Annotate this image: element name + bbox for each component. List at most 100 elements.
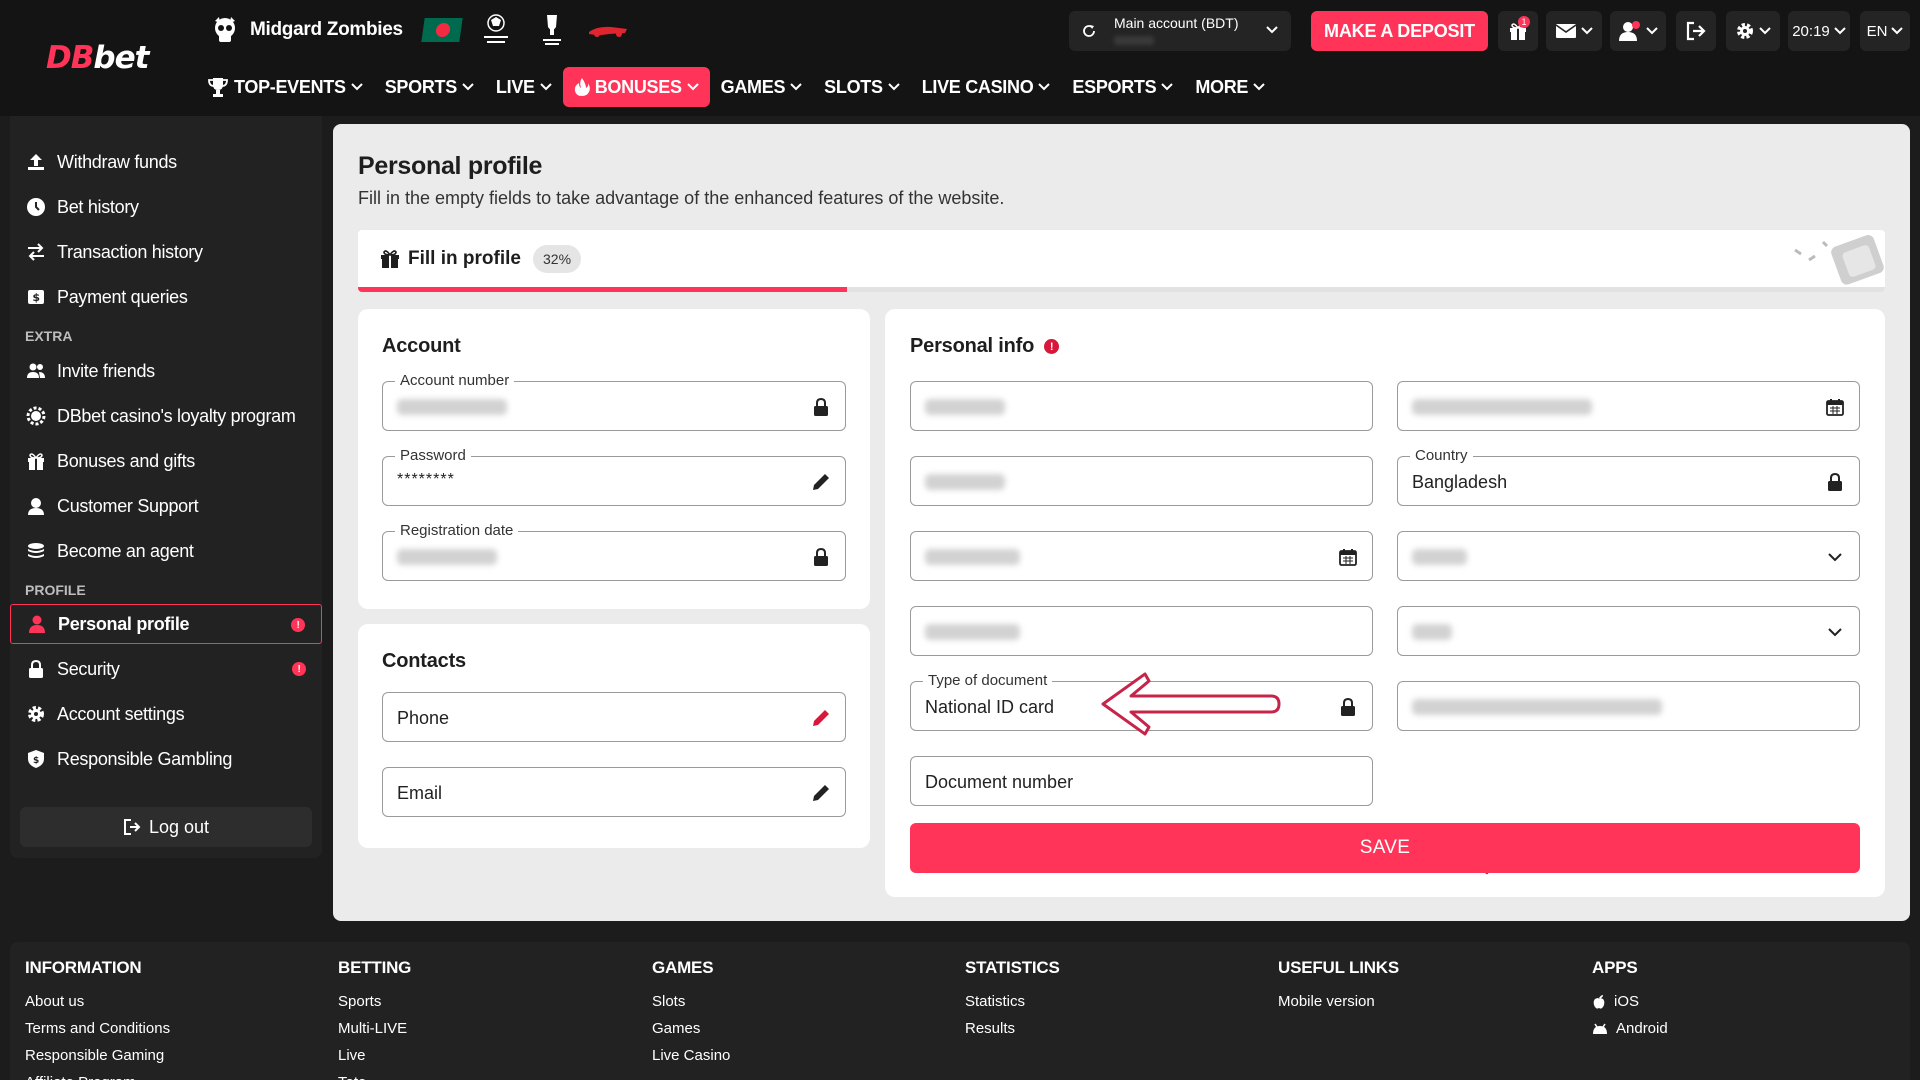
nav-live[interactable]: LIVE — [485, 67, 563, 107]
sidebar-item-withdraw-funds[interactable]: Withdraw funds — [10, 142, 322, 182]
dbbet-logo[interactable]: DBbet — [46, 40, 149, 76]
sidebar-item-payment-queries[interactable]: $ Payment queries — [10, 277, 322, 317]
birth-date-field[interactable] — [910, 531, 1373, 581]
chevron-down-icon[interactable] — [1825, 547, 1845, 567]
footer-link[interactable]: Results — [965, 1015, 1060, 1042]
footer-link[interactable]: Multi-LIVE — [338, 1015, 411, 1042]
date-field[interactable] — [1397, 381, 1860, 431]
edit-pencil-icon[interactable] — [811, 783, 831, 803]
profile-menu-button[interactable] — [1610, 11, 1666, 51]
email-field[interactable]: Email — [382, 767, 846, 817]
footer-link[interactable]: Mobile version — [1278, 988, 1399, 1015]
first-name-field[interactable] — [910, 381, 1373, 431]
sidebar-item-loyalty-program[interactable]: DBbet casino's loyalty program — [10, 396, 322, 436]
calendar-icon[interactable] — [1338, 547, 1358, 567]
save-button[interactable]: SAVE — [910, 823, 1860, 873]
footer-link[interactable]: Terms and Conditions — [25, 1015, 170, 1042]
sidebar-item-invite-friends[interactable]: Invite friends — [10, 351, 322, 391]
gifts-button[interactable]: 1 — [1498, 11, 1538, 51]
europa-league-icon[interactable] — [531, 12, 573, 48]
nav-live-casino[interactable]: LIVE CASINO — [911, 67, 1062, 107]
lock-icon — [811, 397, 831, 417]
footer-link[interactable]: Responsible Gaming — [25, 1042, 170, 1069]
registration-date-field: Registration date — [382, 522, 846, 581]
edit-pencil-icon[interactable] — [811, 472, 831, 492]
blurred-value — [1412, 549, 1467, 565]
footer-link[interactable]: About us — [25, 988, 170, 1015]
footer-link[interactable]: Live — [338, 1042, 411, 1069]
country-field: Country Bangladesh — [1397, 447, 1860, 506]
logout-top-button[interactable] — [1676, 11, 1716, 51]
city-field[interactable] — [910, 606, 1373, 656]
document-number-field[interactable]: Document number — [910, 756, 1373, 806]
footer-link[interactable]: Sports — [338, 988, 411, 1015]
chevron-down-icon — [1759, 27, 1771, 35]
gear-icon — [25, 703, 47, 725]
footer-link[interactable]: Games — [652, 1015, 730, 1042]
footer-link-ios[interactable]: iOS — [1592, 988, 1668, 1015]
nav-bonuses[interactable]: BONUSES — [562, 67, 710, 107]
f1-car-icon[interactable] — [587, 12, 629, 48]
sidebar-item-become-agent[interactable]: Become an agent — [10, 531, 322, 571]
footer-link[interactable]: Toto — [338, 1069, 411, 1080]
chevron-down-icon — [790, 83, 802, 91]
page-subtitle: Fill in the empty fields to take advanta… — [358, 188, 1005, 208]
footer-column-useful-links: USEFUL LINKS Mobile version — [1278, 958, 1399, 1015]
make-deposit-button[interactable]: MAKE A DEPOSIT — [1311, 11, 1488, 51]
nav-slots[interactable]: SLOTS — [813, 67, 911, 107]
promo-game-link[interactable]: Midgard Zombies — [210, 15, 403, 45]
country-value: Bangladesh — [1412, 472, 1508, 492]
footer-link[interactable]: Affiliate Program — [25, 1069, 170, 1080]
password-field[interactable]: Password ******** — [382, 447, 846, 506]
blurred-value — [397, 399, 507, 415]
time-display[interactable]: 20:19 — [1788, 11, 1850, 51]
account-selector[interactable]: Main account (BDT) — [1069, 11, 1291, 51]
nav-esports[interactable]: ESPORTS — [1061, 67, 1184, 107]
chevron-down-icon[interactable] — [1825, 622, 1845, 642]
calendar-icon[interactable] — [1825, 397, 1845, 417]
blurred-value — [397, 549, 497, 565]
sidebar-item-customer-support[interactable]: Customer Support — [10, 486, 322, 526]
sidebar-item-personal-profile[interactable]: Personal profile ! — [10, 604, 322, 644]
phone-placeholder: Phone — [397, 708, 450, 728]
chevron-down-icon — [1161, 83, 1174, 91]
nav-games[interactable]: GAMES — [710, 67, 814, 107]
sidebar-item-security[interactable]: Security ! — [10, 649, 322, 689]
select-field-1[interactable] — [1397, 531, 1860, 581]
sidebar-item-bet-history[interactable]: Bet history — [10, 187, 322, 227]
footer-link[interactable]: Statistics — [965, 988, 1060, 1015]
language-selector[interactable]: EN — [1860, 11, 1910, 51]
chevron-down-icon — [1581, 27, 1593, 35]
footer-link-android[interactable]: Android — [1592, 1015, 1668, 1042]
select-field-2[interactable] — [1397, 606, 1860, 656]
nav-top-events[interactable]: TOP-EVENTS — [196, 67, 374, 107]
nav-sports[interactable]: SPORTS — [374, 67, 485, 107]
chevron-down-icon — [1834, 27, 1846, 35]
account-card: Account Account number Password ********… — [358, 309, 870, 609]
footer-link[interactable]: Live Casino — [652, 1042, 730, 1069]
bangladesh-flag-icon[interactable] — [421, 18, 463, 42]
phone-field[interactable]: Phone — [382, 692, 846, 742]
payment-icon: $ — [25, 286, 47, 308]
last-name-field[interactable] — [910, 456, 1373, 506]
nav-more[interactable]: MORE — [1184, 67, 1276, 107]
sidebar-item-account-settings[interactable]: Account settings — [10, 694, 322, 734]
sidebar-item-responsible-gambling[interactable]: $ Responsible Gambling — [10, 739, 322, 779]
address-field[interactable] — [1397, 681, 1860, 731]
blurred-value — [1412, 624, 1452, 640]
logout-button[interactable]: Log out — [20, 807, 312, 847]
sidebar-item-bonuses-gifts[interactable]: Bonuses and gifts — [10, 441, 322, 481]
refresh-icon[interactable] — [1081, 23, 1097, 39]
fill-profile-bar[interactable]: Fill in profile 32% — [358, 230, 1885, 292]
skull-icon — [215, 17, 235, 42]
sidebar-item-transaction-history[interactable]: Transaction history — [10, 232, 322, 272]
settings-button[interactable] — [1726, 11, 1780, 51]
gear-icon — [1737, 23, 1753, 39]
edit-pencil-icon[interactable] — [811, 708, 831, 728]
footer-link[interactable]: Slots — [652, 988, 730, 1015]
contacts-card-title: Contacts — [382, 650, 466, 672]
user-icon — [26, 613, 48, 635]
blurred-value — [1412, 699, 1662, 715]
champions-league-icon[interactable] — [475, 12, 517, 48]
messages-button[interactable] — [1546, 11, 1602, 51]
